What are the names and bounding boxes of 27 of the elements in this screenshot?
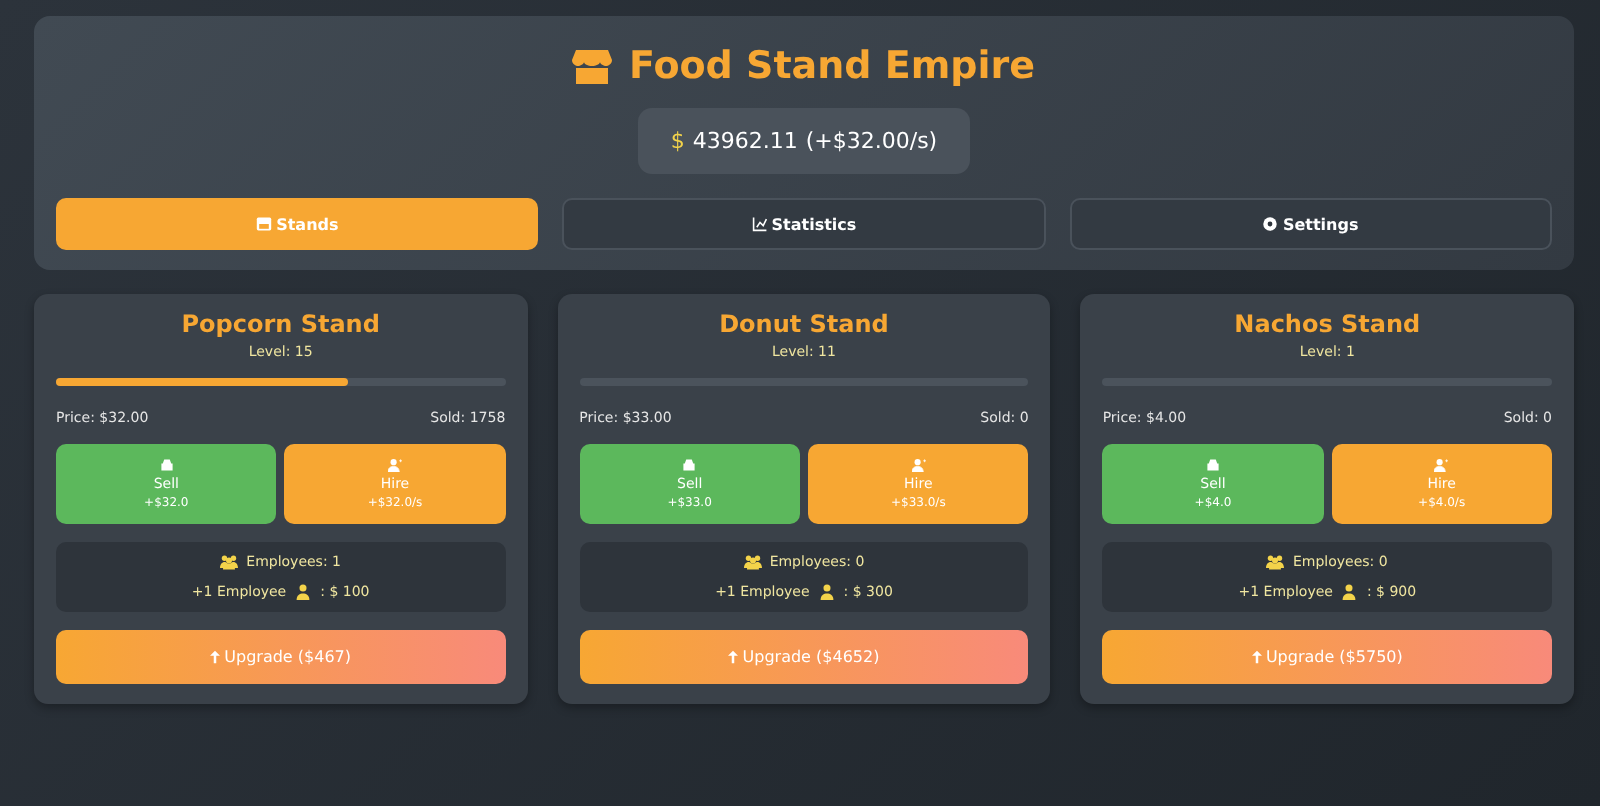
stand-name: Nachos Stand [1232, 310, 1423, 338]
dollar-sign: $ [670, 128, 685, 154]
up-arrow-icon [1251, 650, 1262, 664]
app-title: Food Stand Empire [628, 44, 1035, 88]
person-icon [1340, 584, 1359, 600]
tab[interactable]: Statistics [562, 198, 1046, 250]
upgrade-button[interactable]: Upgrade ($467) [56, 630, 506, 684]
group-icon [220, 554, 239, 570]
upgrade-button[interactable]: Upgrade ($5750) [1102, 630, 1552, 684]
up-arrow-icon [210, 650, 221, 664]
stand-name: Donut Stand [717, 310, 891, 338]
tab[interactable]: Stands [56, 198, 539, 250]
up-arrow-icon [728, 650, 739, 664]
add-person-icon [387, 458, 402, 472]
upgrade-button[interactable]: Upgrade ($4652) [579, 630, 1029, 684]
stand-name: Popcorn Stand [179, 310, 382, 338]
money-amount: 43962.11 [692, 128, 798, 154]
group-icon [743, 554, 762, 570]
chart-icon [751, 216, 768, 232]
person-icon [294, 584, 313, 600]
tab[interactable]: Settings [1069, 198, 1552, 250]
group-icon [1266, 554, 1285, 570]
add-person-icon [1434, 458, 1449, 472]
income-rate: (+$32.00/s) [805, 128, 938, 154]
add-person-icon [911, 458, 926, 472]
settings-icon [1262, 216, 1279, 232]
person-icon [817, 584, 836, 600]
